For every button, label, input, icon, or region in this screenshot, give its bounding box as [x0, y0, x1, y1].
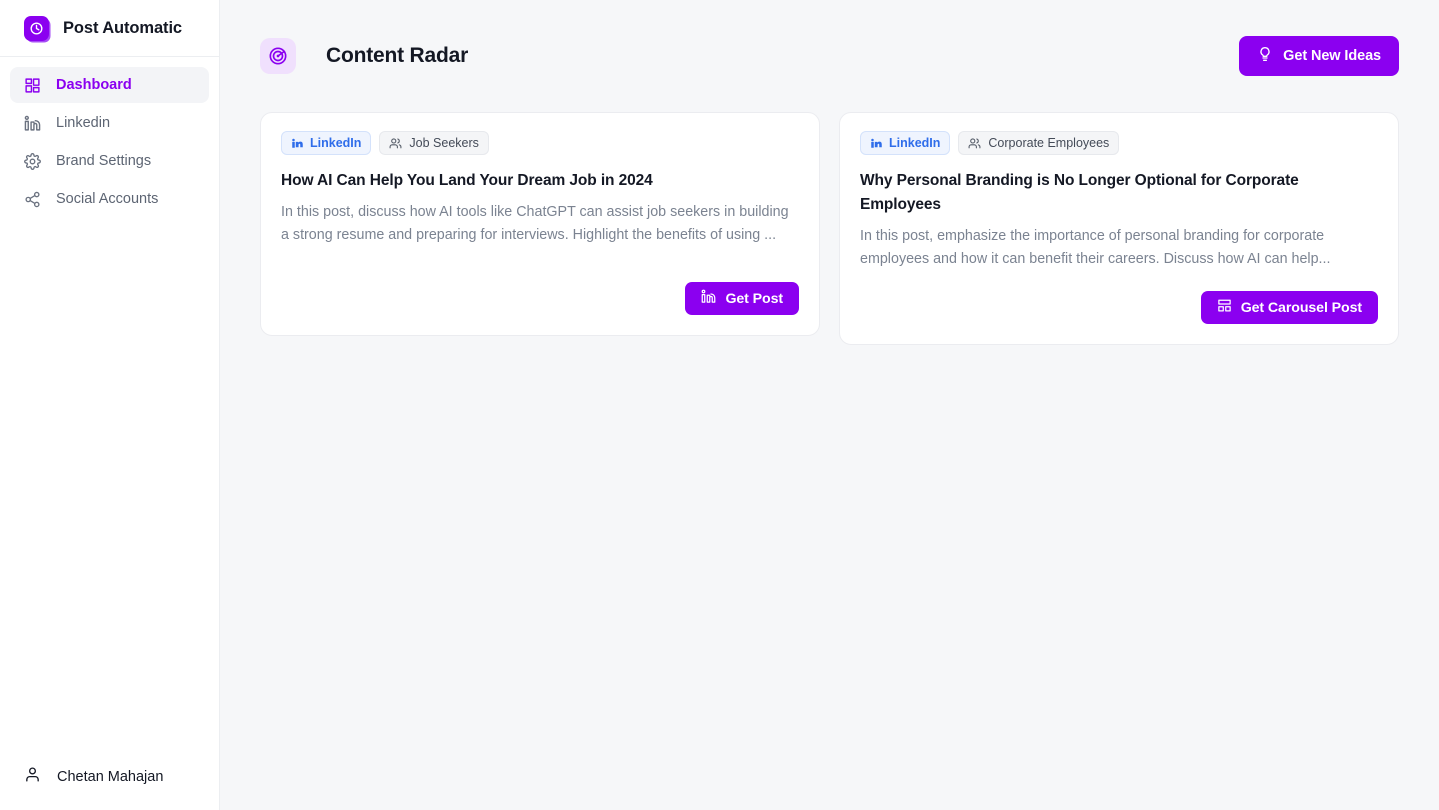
linkedin-icon	[701, 289, 716, 308]
radar-icon	[260, 38, 296, 74]
page-title: Content Radar	[326, 44, 469, 67]
card-badges: LinkedIn Job Seekers	[281, 131, 799, 155]
carousel-layout-icon	[1217, 298, 1232, 317]
gear-icon	[24, 152, 41, 170]
get-carousel-post-label: Get Carousel Post	[1240, 299, 1362, 316]
sidebar-item-social-accounts[interactable]: Social Accounts	[10, 181, 209, 217]
content-idea-card: LinkedIn Job Seekers How AI Can Help You…	[260, 112, 820, 336]
user-icon	[24, 766, 41, 788]
sidebar-item-dashboard[interactable]: Dashboard	[10, 67, 209, 103]
linkedin-icon	[24, 115, 41, 132]
sidebar-item-label: Social Accounts	[56, 190, 159, 207]
card-footer: Get Carousel Post	[860, 271, 1378, 325]
get-post-button[interactable]: Get Post	[685, 282, 799, 315]
card-title: Why Personal Branding is No Longer Optio…	[860, 172, 1299, 214]
card-description: In this post, discuss how AI tools like …	[281, 204, 789, 244]
user-name: Chetan Mahajan	[57, 769, 164, 785]
card-description: In this post, emphasize the importance o…	[860, 228, 1331, 268]
card-title: How AI Can Help You Land Your Dream Job …	[281, 172, 653, 189]
sidebar-item-linkedin[interactable]: Linkedin	[10, 105, 209, 141]
get-new-ideas-label: Get New Ideas	[1283, 48, 1381, 64]
platform-badge-linkedin: LinkedIn	[281, 131, 372, 155]
sidebar-item-label: Brand Settings	[56, 152, 152, 169]
audience-badge-label: Job Seekers	[409, 136, 479, 150]
clock-stack-icon	[24, 15, 49, 41]
audience-badge: Job Seekers	[379, 131, 489, 155]
sidebar: Post Automatic Dashboard Linkedin Brand …	[0, 0, 220, 810]
sidebar-nav: Dashboard Linkedin Brand Settings Social…	[0, 57, 219, 217]
platform-badge-label: LinkedIn	[310, 136, 362, 150]
linkedin-icon	[291, 137, 303, 149]
brand-header[interactable]: Post Automatic	[0, 0, 219, 57]
page-header: Content Radar Get New Ideas	[260, 0, 1399, 112]
grid-dashboard-icon	[24, 77, 41, 94]
card-footer: Get Post	[281, 262, 799, 315]
audience-badge-label: Corporate Employees	[988, 136, 1110, 150]
get-carousel-post-button[interactable]: Get Carousel Post	[1200, 291, 1378, 325]
page-title-group: Content Radar	[260, 38, 468, 74]
users-icon	[968, 137, 981, 150]
platform-badge-linkedin: LinkedIn	[860, 131, 951, 155]
lightbulb-icon	[1257, 46, 1273, 66]
sidebar-user-footer[interactable]: Chetan Mahajan	[0, 766, 219, 810]
content-ideas-grid: LinkedIn Job Seekers How AI Can Help You…	[260, 112, 1399, 346]
main-content: Content Radar Get New Ideas LinkedIn Job…	[220, 0, 1439, 810]
content-idea-card: LinkedIn Corporate Employees Why Persona…	[839, 112, 1399, 346]
sidebar-item-label: Linkedin	[56, 114, 111, 131]
sidebar-item-label: Dashboard	[56, 76, 132, 93]
share-nodes-icon	[24, 191, 41, 208]
get-post-label: Get Post	[725, 290, 783, 307]
users-icon	[389, 137, 402, 150]
linkedin-icon	[870, 137, 882, 149]
get-new-ideas-button[interactable]: Get New Ideas	[1239, 36, 1399, 76]
audience-badge: Corporate Employees	[958, 131, 1120, 155]
sidebar-item-brand-settings[interactable]: Brand Settings	[10, 143, 209, 179]
platform-badge-label: LinkedIn	[889, 136, 941, 150]
card-badges: LinkedIn Corporate Employees	[860, 131, 1378, 155]
app-root: Post Automatic Dashboard Linkedin Brand …	[0, 0, 1439, 810]
brand-name: Post Automatic	[63, 18, 182, 37]
